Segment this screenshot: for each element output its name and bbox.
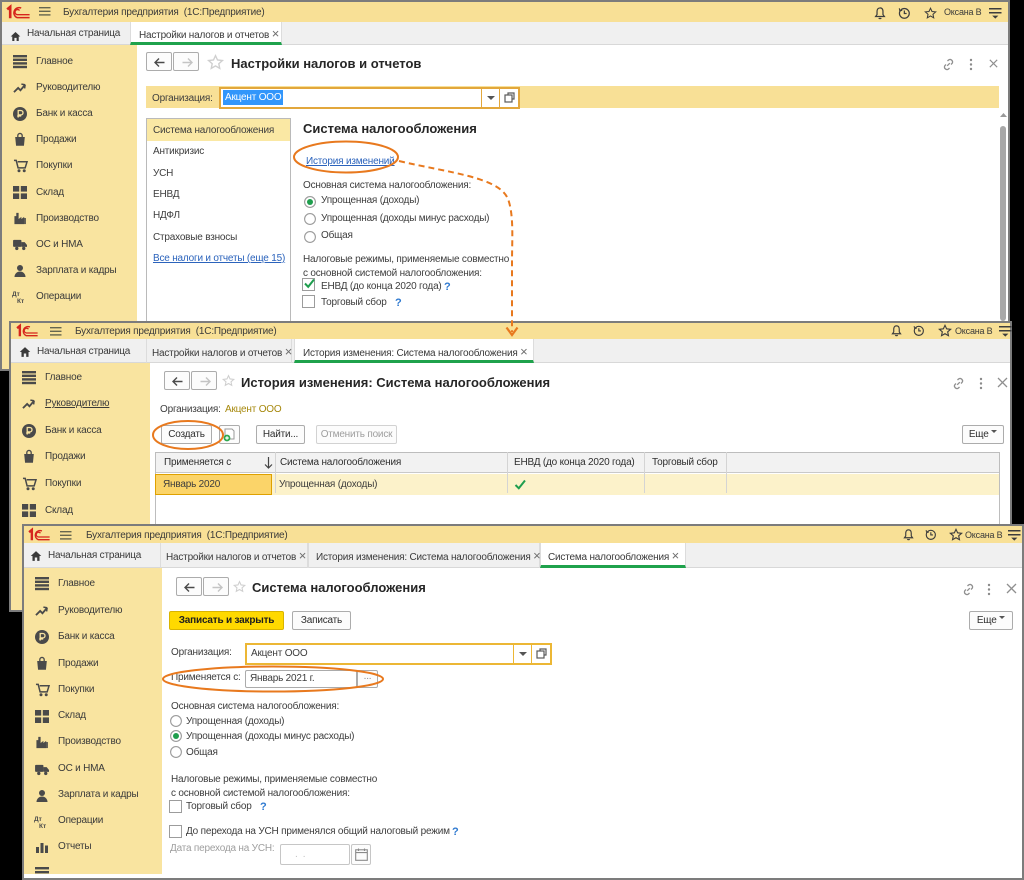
svg-text:Дт: Дт [34, 816, 42, 823]
svg-text:Кт: Кт [17, 298, 24, 305]
svg-text:Кт: Кт [39, 823, 46, 830]
svg-text:Дт: Дт [12, 291, 20, 298]
